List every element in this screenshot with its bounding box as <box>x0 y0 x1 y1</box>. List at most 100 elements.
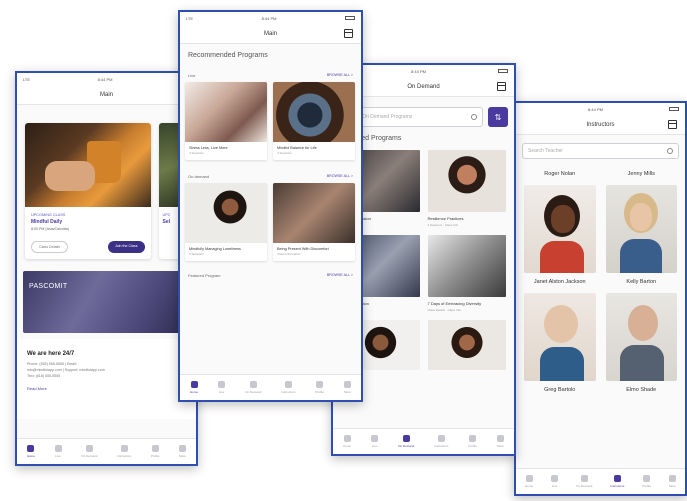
calendar-icon[interactable] <box>344 29 353 38</box>
tab-home[interactable]: Home <box>525 475 533 488</box>
play-icon <box>249 381 257 388</box>
filter-icon: ⇅ <box>494 112 502 122</box>
tab-label: Profile <box>150 454 160 458</box>
program-image <box>427 235 506 297</box>
program-card[interactable]: Resilience Practices 4 Sessions · Class … <box>427 150 506 227</box>
search-icon <box>471 114 477 120</box>
status-time: 8:44 PM <box>97 76 113 82</box>
tab-on-demand[interactable]: On Demand <box>245 381 261 394</box>
instructors-screen: 8:44 PM Instructors Search Teacher Roger… <box>514 101 687 496</box>
tab-home[interactable]: Home <box>27 445 35 458</box>
filter-button[interactable]: ⇅ <box>488 107 508 127</box>
live-row-header: Live BROWSE ALL > <box>180 61 361 82</box>
live-icon <box>218 381 226 388</box>
tab-bar: Home Live On Demand Instructors Profile … <box>516 468 685 494</box>
tab-label: Live <box>218 390 225 394</box>
tab-live[interactable]: Live <box>551 475 559 488</box>
play-icon <box>402 435 410 442</box>
nav-bar: Instructors <box>516 115 685 135</box>
tab-home[interactable]: Home <box>190 381 198 394</box>
ondemand-cards: Mindfully Managing Loneliness 4 Sessions… <box>180 183 361 261</box>
tab-label: Profile <box>642 484 651 488</box>
instructor-card[interactable]: Roger Nolan <box>524 167 596 273</box>
status-time: 8:44 PM <box>411 68 426 74</box>
home-icon <box>190 381 198 388</box>
home-icon <box>27 445 35 452</box>
battery-icon <box>498 69 508 73</box>
tab-instructors[interactable]: Instructors <box>281 381 295 394</box>
instructor-card[interactable]: Elmo Shade <box>606 381 678 397</box>
tab-live[interactable]: Live <box>371 435 379 448</box>
instructor-card[interactable]: Greg Bartolo <box>524 381 596 397</box>
program-sub: 4 Sessions <box>277 151 292 155</box>
tab-live[interactable]: Live <box>218 381 226 394</box>
tab-label: On Demand <box>398 444 415 448</box>
instructor-card[interactable]: Janet Alston Jackson <box>524 273 596 381</box>
browse-all-live-link[interactable]: BROWSE ALL > <box>327 73 353 78</box>
program-sub: 4 Sessions <box>189 151 204 155</box>
browse-all-ondemand-link[interactable]: BROWSE ALL > <box>327 174 353 179</box>
tab-label: Live <box>371 444 378 448</box>
tab-more[interactable]: More <box>179 445 187 458</box>
play-icon <box>580 475 588 482</box>
tab-bar: Home Live On Demand Instructors Profile … <box>333 428 514 454</box>
instructor-card[interactable]: Kelly Barton <box>605 273 677 381</box>
tab-instructors[interactable]: Instructors <box>117 445 131 458</box>
status-bar: 8:44 PM <box>516 103 685 115</box>
tab-home[interactable]: Home <box>343 435 351 448</box>
program-card[interactable]: Mindful Balance for Life 4 Sessions <box>273 82 355 160</box>
program-card[interactable] <box>427 320 506 370</box>
program-title: Being Present With Discomfort <box>277 247 329 251</box>
class-details-button[interactable]: Class Details <box>31 241 68 253</box>
instructor-grid: Roger Nolan Jenny Mills Janet Alston Jac… <box>516 163 685 397</box>
tab-label: Instructors <box>610 484 625 488</box>
teacher-search-input[interactable]: Search Teacher <box>522 143 679 159</box>
more-icon <box>179 445 187 452</box>
tab-more[interactable]: More <box>496 435 504 448</box>
browse-all-featured-link[interactable]: BROWSE ALL > <box>327 273 353 278</box>
nav-bar: Main <box>17 85 196 105</box>
class-image <box>25 123 151 207</box>
tab-more[interactable]: More <box>343 381 351 394</box>
page-title: On Demand <box>407 83 440 90</box>
battery-icon <box>669 107 679 111</box>
user-icon <box>316 381 324 388</box>
tab-label: More <box>343 390 351 394</box>
instructor-photo <box>605 293 677 381</box>
tab-more[interactable]: More <box>668 475 676 488</box>
promo-banner[interactable]: PASCOMIT <box>23 271 190 333</box>
people-icon <box>284 381 292 388</box>
program-card[interactable]: Mindfully Managing Loneliness 4 Sessions <box>185 183 267 261</box>
instructor-card[interactable]: Jenny Mills <box>605 167 677 273</box>
program-sub: 4 Sessions <box>189 252 204 256</box>
calendar-icon[interactable] <box>668 120 677 129</box>
tab-profile[interactable]: Profile <box>150 445 160 458</box>
tab-label: Instructors <box>434 444 449 448</box>
program-image <box>427 150 506 212</box>
program-title: Mindfully Managing Loneliness <box>189 247 241 251</box>
calendar-icon[interactable] <box>497 82 506 91</box>
tab-profile[interactable]: Profile <box>315 381 324 394</box>
program-card[interactable]: 7 Days of Embracing Diversity Class Deta… <box>427 235 506 312</box>
home-icon <box>525 475 533 482</box>
instructor-name: Roger Nolan <box>544 171 576 177</box>
tab-profile[interactable]: Profile <box>642 475 651 488</box>
tab-profile[interactable]: Profile <box>468 435 477 448</box>
search-placeholder: Search Teacher <box>528 148 563 154</box>
tab-live[interactable]: Live <box>54 445 62 458</box>
main-screen-left: LTE 8:44 PM Main UPCOMING CLASS Mindful … <box>15 71 198 466</box>
more-icon <box>343 381 351 388</box>
status-time: 8:44 PM <box>588 106 603 112</box>
upcoming-class-card[interactable]: UPCOMING CLASS Mindful Daily 8:00 PM (As… <box>25 123 151 259</box>
tab-on-demand[interactable]: On Demand <box>576 475 592 488</box>
tab-on-demand[interactable]: On Demand <box>398 435 414 448</box>
live-label: Live <box>188 73 196 78</box>
join-class-button[interactable]: Join the Class <box>107 241 145 253</box>
tab-on-demand[interactable]: On Demand <box>81 445 97 458</box>
tab-label: Instructors <box>281 390 296 394</box>
tab-instructors[interactable]: Instructors <box>434 435 448 448</box>
program-card[interactable]: Being Present With Discomfort Class Info… <box>273 183 355 261</box>
read-more-link[interactable]: Read More <box>27 378 186 391</box>
program-card[interactable]: Stress Less, Live More 4 Sessions <box>185 82 267 160</box>
tab-instructors[interactable]: Instructors <box>610 475 624 488</box>
